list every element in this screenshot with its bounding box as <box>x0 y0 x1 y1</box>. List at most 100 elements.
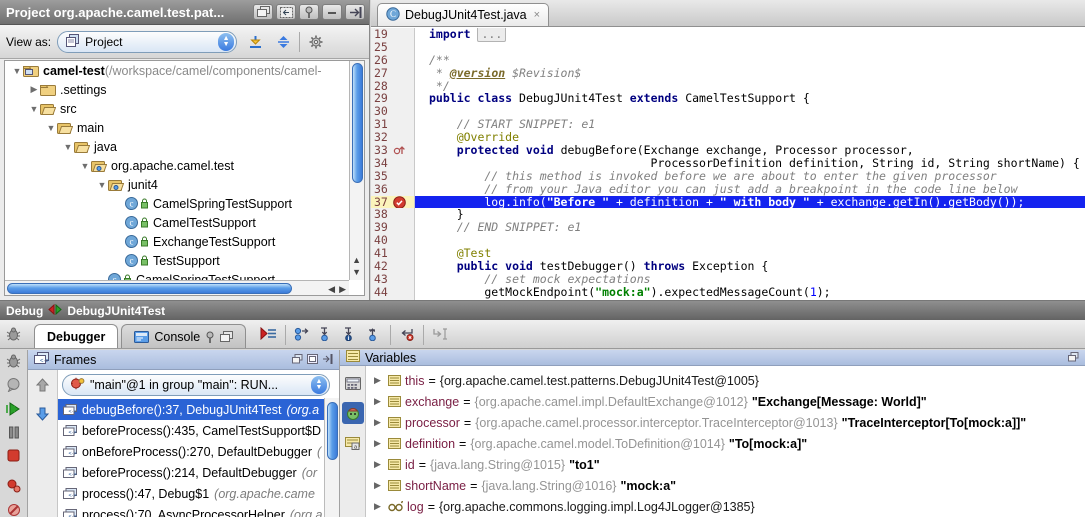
variable-row-this[interactable]: ▶this = {org.apache.camel.test.patterns.… <box>366 370 1085 391</box>
restore-icon-button[interactable] <box>307 353 318 367</box>
float-small-icon-button[interactable] <box>1068 351 1079 365</box>
code-line-27[interactable]: 27 * @version $Revision$ <box>371 67 1085 80</box>
pin-icon-button[interactable] <box>299 4 319 20</box>
code-line-39[interactable]: 39 // END SNIPPET: e1 <box>371 221 1085 234</box>
tree-item-org-apache-camel-test[interactable]: ▼org.apache.camel.test <box>5 156 364 175</box>
tree-item-testsupport[interactable]: cTestSupport <box>5 251 364 270</box>
step-over-icon-button[interactable] <box>294 327 310 344</box>
stop-icon-button[interactable] <box>7 449 20 465</box>
tree-item-exchangetestsupport[interactable]: cExchangeTestSupport <box>5 232 364 251</box>
tree-item-main[interactable]: ▼main <box>5 118 364 137</box>
combo-stepper-icon[interactable]: ▲▼ <box>311 376 327 394</box>
tree-item--settings[interactable]: ▶.settings <box>5 80 364 99</box>
watches-icon-button[interactable]: a <box>342 432 364 454</box>
tree-item-java[interactable]: ▼java <box>5 137 364 156</box>
auto-variables-icon-button[interactable] <box>342 402 364 424</box>
resume-icon-button[interactable] <box>6 402 22 419</box>
tree-item-cameltestsupport[interactable]: cCamelTestSupport <box>5 213 364 232</box>
mute-breakpoints-icon-button[interactable] <box>7 503 21 517</box>
debug-tab-debugger[interactable]: Debugger <box>34 324 118 348</box>
expand-arrow-icon[interactable]: ▶ <box>28 84 40 95</box>
pin-icon[interactable] <box>205 331 215 343</box>
collapse-arrow-icon[interactable]: ▼ <box>28 104 40 114</box>
frame-item[interactable]: <·>process():70, AsyncProcessorHelper (o… <box>58 504 339 517</box>
gutter-line-44[interactable]: 44 <box>371 286 415 299</box>
scroll-from-source-icon-button[interactable] <box>276 4 296 20</box>
variable-row-log[interactable]: ▶log = {org.apache.commons.logging.impl.… <box>366 496 1085 517</box>
variable-row-id[interactable]: ▶id = {java.lang.String@1015}"to1" <box>366 454 1085 475</box>
expand-arrow-icon[interactable]: ▶ <box>374 480 384 491</box>
rerun-debug-icon[interactable] <box>6 327 21 341</box>
hide-right-icon-button[interactable] <box>322 353 333 367</box>
tree-item-camel-test[interactable]: ▼camel-test (/workspace/camel/components… <box>5 61 364 80</box>
frame-up-icon[interactable] <box>36 378 49 395</box>
gutter-line-25[interactable]: 25 <box>371 41 415 54</box>
balloon-hints-icon-button[interactable] <box>6 378 21 395</box>
settings-gear-icon-button[interactable] <box>304 30 328 54</box>
step-out-icon-button[interactable] <box>366 327 382 344</box>
frames-scrollbar[interactable] <box>324 398 339 517</box>
hide-panel-icon-button[interactable] <box>345 4 365 20</box>
tree-item-src[interactable]: ▼src <box>5 99 364 118</box>
float-windows-icon[interactable] <box>220 331 233 343</box>
force-step-into-icon-button[interactable]: i <box>342 327 358 344</box>
gutter-line-43[interactable]: 43 <box>371 273 415 286</box>
gutter-line-19[interactable]: 19 <box>371 28 415 41</box>
expand-arrow-icon[interactable]: ▶ <box>374 459 384 470</box>
step-into-icon-button[interactable] <box>318 327 334 344</box>
gutter-line-34[interactable]: 34 <box>371 157 415 170</box>
expand-all-icon-button[interactable] <box>243 30 267 54</box>
collapse-arrow-icon[interactable]: ▼ <box>96 180 108 190</box>
thread-selector[interactable]: "main"@1 in group "main": RUN... ▲▼ <box>62 374 330 396</box>
rerun-debug-icon-button[interactable] <box>6 354 21 371</box>
collapse-all-icon-button[interactable] <box>271 30 295 54</box>
variable-row-processor[interactable]: ▶processor = {org.apache.camel.processor… <box>366 412 1085 433</box>
collapse-arrow-icon[interactable]: ▼ <box>79 161 91 171</box>
float-windows-icon-button[interactable] <box>253 4 273 20</box>
expand-arrow-icon[interactable]: ▶ <box>374 501 384 512</box>
frame-item[interactable]: <·>debugBefore():37, DebugJUnit4Test (or… <box>58 399 339 420</box>
variable-row-definition[interactable]: ▶definition = {org.apache.camel.model.To… <box>366 433 1085 454</box>
tree-item-camelspringtestsupport[interactable]: cCamelSpringTestSupport <box>5 194 364 213</box>
code-line-25[interactable]: 25 <box>371 41 1085 54</box>
gutter-line-26[interactable]: 26 <box>371 54 415 67</box>
debug-tab-console[interactable]: Console <box>121 324 246 348</box>
collapse-arrow-icon[interactable]: ▼ <box>11 66 23 76</box>
gutter-line-42[interactable]: 42 <box>371 260 415 273</box>
run-to-cursor-icon-button[interactable] <box>432 327 448 344</box>
tree-item-junit4[interactable]: ▼junit4 <box>5 175 364 194</box>
view-as-select[interactable]: Project ▲▼ <box>57 31 237 53</box>
pause-icon-button[interactable] <box>8 426 20 442</box>
gutter-line-33[interactable]: 33 <box>371 144 415 157</box>
tree-vertical-scrollbar[interactable]: ▲▼ <box>349 61 364 280</box>
variable-row-exchange[interactable]: ▶exchange = {org.apache.camel.impl.Defau… <box>366 391 1085 412</box>
combo-stepper-icon[interactable]: ▲▼ <box>218 33 234 51</box>
expand-arrow-icon[interactable]: ▶ <box>374 438 384 449</box>
code-editor[interactable]: 19import ...2526/**27 * @version $Revisi… <box>371 28 1085 300</box>
tab-close-icon[interactable]: × <box>534 9 540 21</box>
pop-frame-icon-button[interactable] <box>399 327 415 344</box>
expand-arrow-icon[interactable]: ▶ <box>374 417 384 428</box>
float-small-icon-button[interactable] <box>292 353 303 367</box>
gutter-line-27[interactable]: 27 <box>371 67 415 80</box>
minimize-icon-button[interactable] <box>322 4 342 20</box>
show-execution-point-icon-button[interactable] <box>260 327 277 343</box>
collapse-arrow-icon[interactable]: ▼ <box>45 123 57 133</box>
view-breakpoints-icon-button[interactable] <box>7 479 21 496</box>
evaluate-calculator-icon-button[interactable] <box>342 372 364 394</box>
expand-arrow-icon[interactable]: ▶ <box>374 396 384 407</box>
code-line-37[interactable]: 37 log.info("Before " + definition + " w… <box>371 196 1085 209</box>
editor-tab-debugjunit4test[interactable]: C DebugJUnit4Test.java × <box>377 3 549 26</box>
gutter-line-36[interactable]: 36 <box>371 183 415 196</box>
frame-item[interactable]: <·>beforeProcess():214, DefaultDebugger … <box>58 462 339 483</box>
tree-horizontal-scrollbar[interactable]: ◀▶ <box>5 280 349 295</box>
code-line-19[interactable]: 19import ... <box>371 28 1085 41</box>
frame-item[interactable]: <·>process():47, Debug$1 (org.apache.cam… <box>58 483 339 504</box>
frame-item[interactable]: <·>onBeforeProcess():270, DefaultDebugge… <box>58 441 339 462</box>
expand-arrow-icon[interactable]: ▶ <box>374 375 384 386</box>
breakpoint-icon[interactable] <box>393 196 406 209</box>
frame-item[interactable]: <·>beforeProcess():435, CamelTestSupport… <box>58 420 339 441</box>
code-line-29[interactable]: 29public class DebugJUnit4Test extends C… <box>371 92 1085 105</box>
frame-down-icon[interactable] <box>36 407 49 424</box>
variable-row-shortName[interactable]: ▶shortName = {java.lang.String@1016}"moc… <box>366 475 1085 496</box>
